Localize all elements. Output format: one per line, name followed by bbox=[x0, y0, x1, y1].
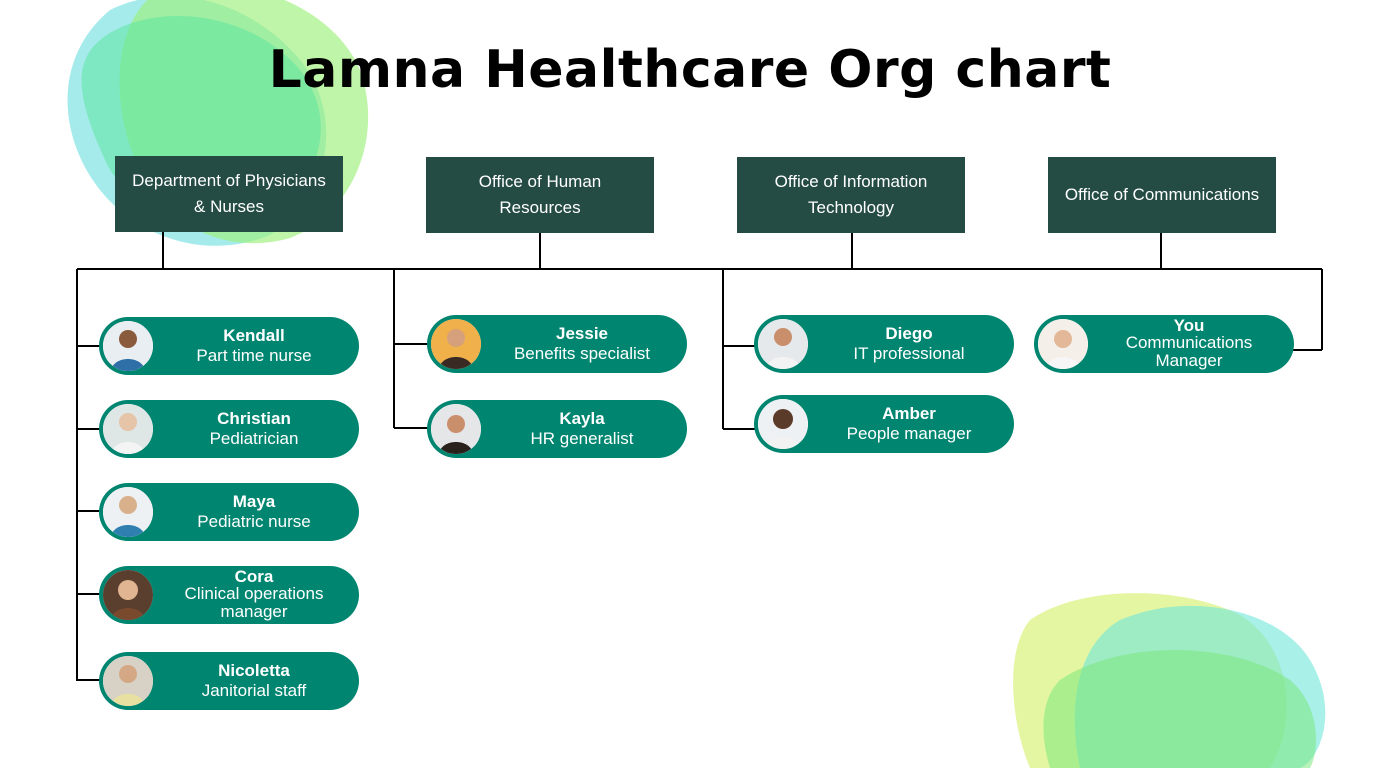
department-box-human-resources: Office of Human Resources bbox=[426, 157, 654, 233]
department-label: Office of Human Resources bbox=[478, 172, 602, 217]
department-box-information-technology: Office of Information Technology bbox=[737, 157, 965, 233]
avatar bbox=[103, 404, 153, 454]
avatar bbox=[103, 487, 153, 537]
member-card-diego: Diego IT professional bbox=[754, 315, 1014, 373]
member-card-maya: Maya Pediatric nurse bbox=[99, 483, 359, 541]
member-role: People manager bbox=[846, 424, 972, 443]
avatar bbox=[758, 399, 808, 449]
avatar bbox=[103, 656, 153, 706]
member-role: Communications Manager bbox=[1125, 333, 1253, 370]
department-box-physicians-nurses: Department of Physicians & Nurses bbox=[115, 156, 343, 232]
member-name: Nicoletta bbox=[218, 661, 290, 680]
member-name: Amber bbox=[882, 404, 936, 423]
avatar bbox=[758, 319, 808, 369]
member-role: Pediatrician bbox=[209, 429, 299, 448]
department-label: Department of Physicians & Nurses bbox=[132, 171, 326, 216]
avatar bbox=[103, 321, 153, 371]
member-role: Pediatric nurse bbox=[197, 512, 311, 531]
member-card-christian: Christian Pediatrician bbox=[99, 400, 359, 458]
member-role: Part time nurse bbox=[196, 346, 312, 365]
member-name: You bbox=[1173, 316, 1205, 335]
avatar bbox=[103, 570, 153, 620]
department-label: Office of Information Technology bbox=[774, 172, 928, 217]
member-name: Kendall bbox=[223, 326, 285, 345]
member-name: Jessie bbox=[556, 324, 608, 343]
member-role: HR generalist bbox=[530, 429, 634, 448]
member-role: Benefits specialist bbox=[513, 344, 651, 363]
member-name: Maya bbox=[232, 492, 276, 511]
member-card-kendall: Kendall Part time nurse bbox=[99, 317, 359, 375]
member-role: Clinical operations manager bbox=[184, 584, 324, 621]
member-name: Kayla bbox=[559, 409, 605, 428]
avatar bbox=[431, 319, 481, 369]
member-card-nicoletta: Nicoletta Janitorial staff bbox=[99, 652, 359, 710]
member-name: Diego bbox=[885, 324, 933, 343]
department-label: Office of Communications bbox=[1064, 185, 1260, 204]
avatar bbox=[1038, 319, 1088, 369]
member-role: IT professional bbox=[853, 344, 965, 363]
member-role: Janitorial staff bbox=[201, 681, 307, 700]
member-card-cora: Cora Clinical operations manager bbox=[99, 566, 359, 624]
avatar bbox=[431, 404, 481, 454]
member-card-kayla: Kayla HR generalist bbox=[427, 400, 687, 458]
member-name: Cora bbox=[234, 567, 274, 586]
member-card-you: You Communications Manager bbox=[1034, 315, 1294, 373]
member-card-amber: Amber People manager bbox=[754, 395, 1014, 453]
member-card-jessie: Jessie Benefits specialist bbox=[427, 315, 687, 373]
member-name: Christian bbox=[217, 409, 291, 428]
department-box-communications: Office of Communications bbox=[1048, 157, 1276, 233]
